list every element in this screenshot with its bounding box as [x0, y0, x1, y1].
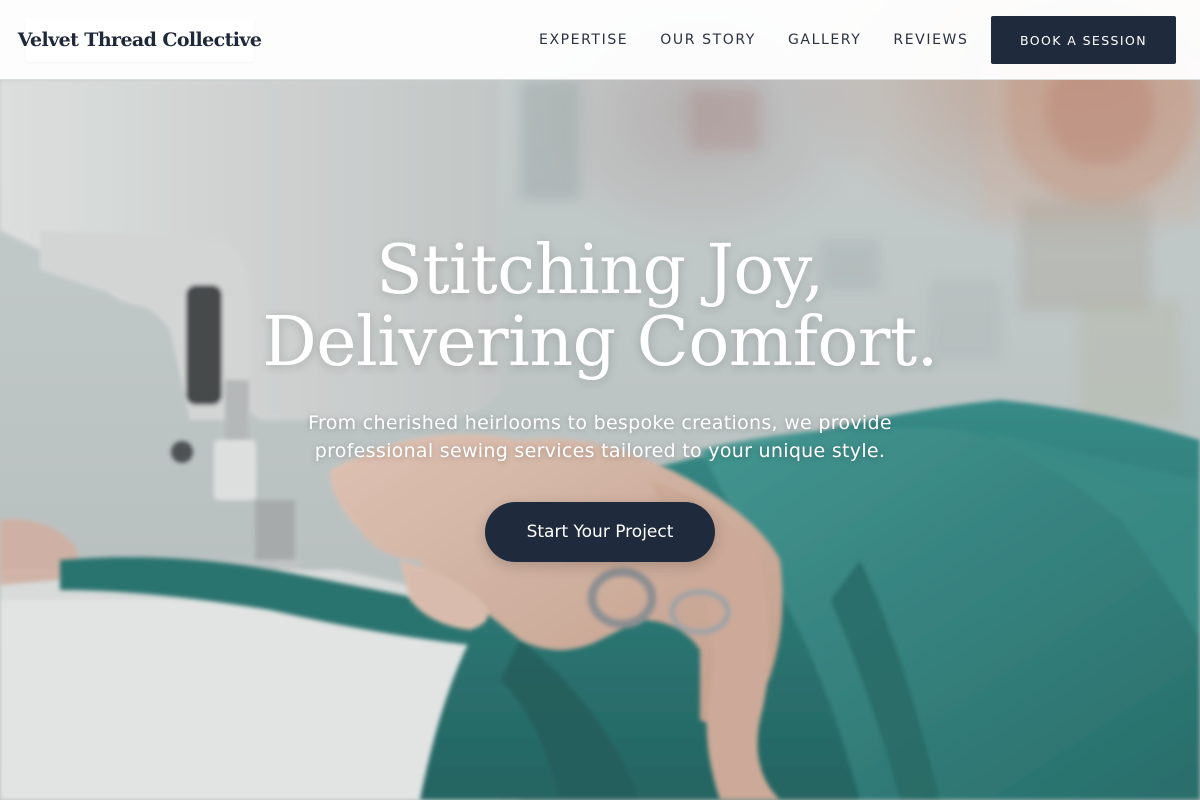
nav-item-expertise[interactable]: EXPERTISE [523, 32, 644, 48]
nav-item-our-story[interactable]: OUR STORY [644, 32, 772, 48]
hero-section: Stitching Joy, Delivering Comfort. From … [0, 235, 1200, 465]
nav-item-reviews[interactable]: REVIEWS [877, 32, 984, 48]
hero-subtitle: From cherished heirlooms to bespoke crea… [308, 412, 892, 462]
hero-heading-line-2: Delivering Comfort. [262, 303, 938, 382]
start-project-button[interactable]: Start Your Project [485, 502, 715, 562]
hero-heading: Stitching Joy, Delivering Comfort. [0, 235, 1200, 379]
brand-logo[interactable]: Velvet Thread Collective [18, 18, 262, 62]
primary-nav: EXPERTISE OUR STORY GALLERY REVIEWS [523, 0, 984, 80]
hero-heading-line-1: Stitching Joy, [376, 231, 824, 310]
top-navbar: Velvet Thread Collective EXPERTISE OUR S… [0, 0, 1200, 80]
nav-item-gallery[interactable]: GALLERY [772, 32, 877, 48]
book-session-button[interactable]: BOOK A SESSION [991, 16, 1176, 64]
